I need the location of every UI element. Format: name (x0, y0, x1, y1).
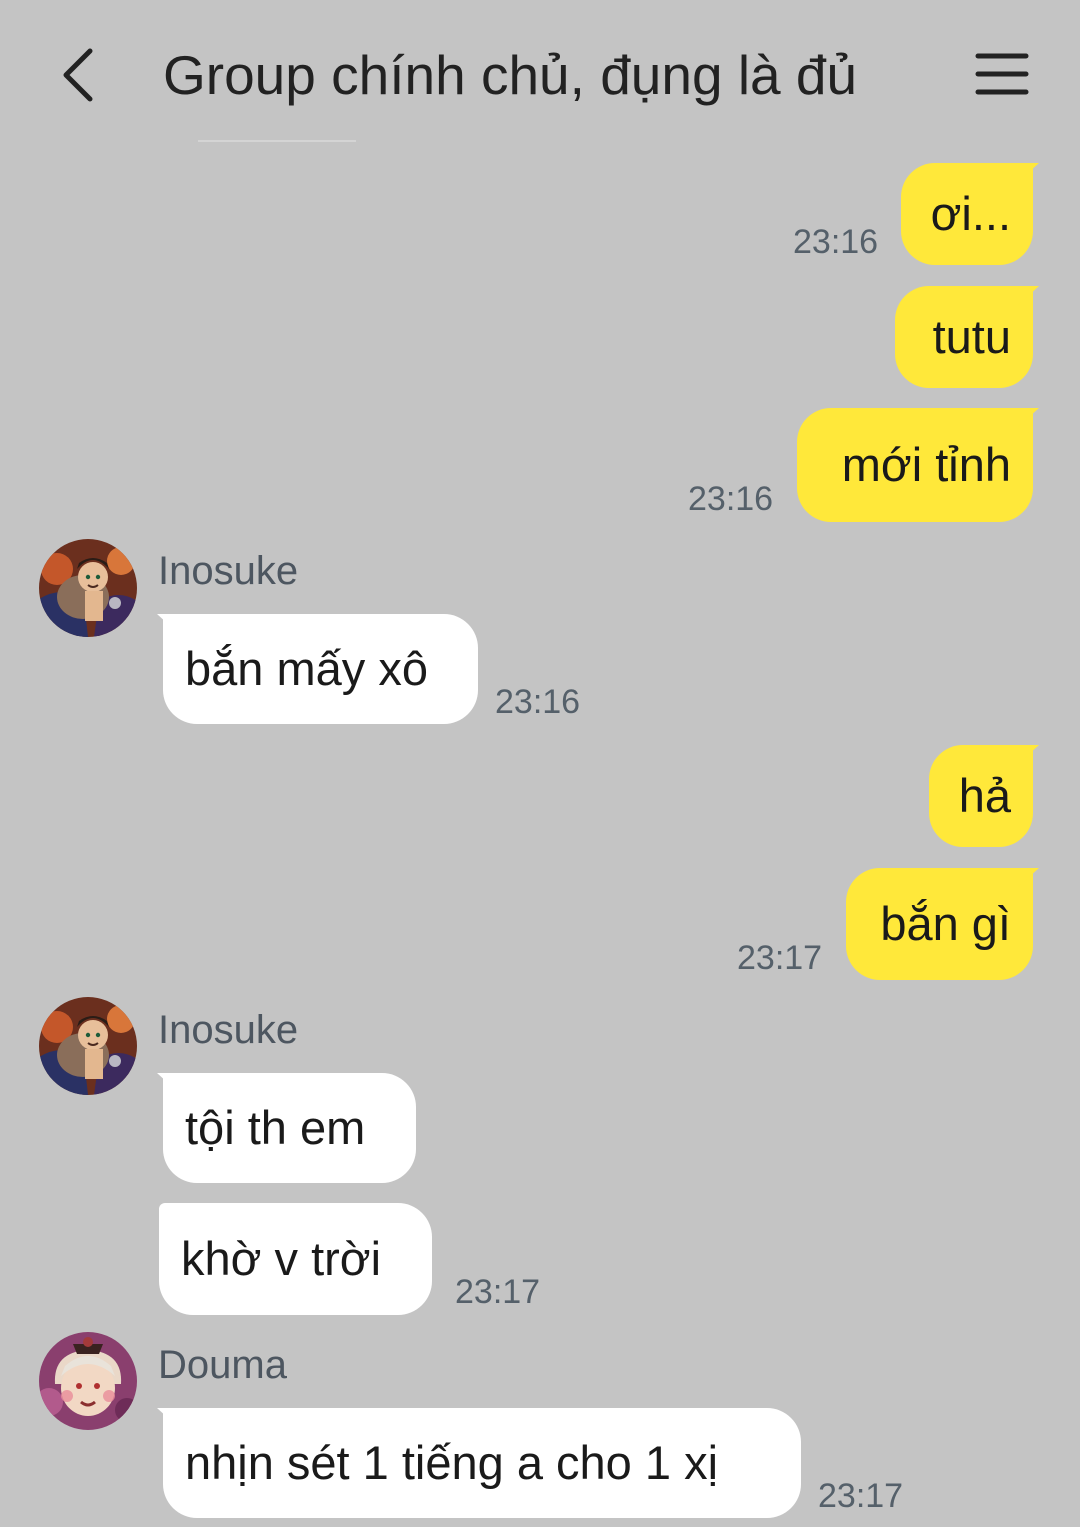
their-message-bubble[interactable]: bắn mấy xô (157, 614, 478, 724)
message-text: bắn mấy xô (185, 642, 428, 695)
message-timestamp: 23:17 (455, 1273, 541, 1311)
message-timestamp: 23:16 (688, 480, 774, 518)
my-message-bubble[interactable]: ơi... (901, 163, 1039, 265)
douma-avatar[interactable] (39, 1332, 137, 1430)
sender-name: Inosuke (158, 1008, 299, 1052)
message-text: mới tỉnh (841, 438, 1011, 491)
message-text: ơi... (930, 187, 1011, 240)
sender-name: Inosuke (158, 549, 299, 593)
chat-header: Group chính chủ, đụng là đủ (0, 0, 1080, 150)
bubble-tail (157, 1408, 179, 1428)
bubble-tail (157, 614, 179, 634)
message-timestamp: 23:16 (793, 223, 879, 261)
bubble-tail (1017, 868, 1039, 888)
message-text: nhịn sét 1 tiếng a cho 1 xị (185, 1436, 719, 1489)
inosuke-avatar[interactable] (39, 539, 137, 637)
my-message-bubble[interactable]: hả (929, 745, 1039, 847)
bubble-tail (1017, 408, 1039, 428)
inosuke-avatar[interactable] (39, 997, 137, 1095)
message-text: tutu (932, 310, 1011, 363)
message-text: tội th em (185, 1101, 366, 1154)
bubble-tail (157, 1073, 179, 1093)
message-text: bắn gì (880, 897, 1011, 950)
sender-name: Douma (158, 1343, 287, 1387)
their-message-bubble[interactable]: nhịn sét 1 tiếng a cho 1 xị (157, 1408, 801, 1518)
bubble-tail (1017, 286, 1039, 306)
my-message-bubble[interactable]: mới tỉnh (797, 408, 1039, 522)
my-message-bubble[interactable]: tutu (895, 286, 1039, 388)
chat-title: Group chính chủ, đụng là đủ (163, 44, 858, 106)
bubble-tail (1017, 163, 1039, 183)
message-timestamp: 23:17 (818, 1477, 904, 1515)
menu-button[interactable] (962, 42, 1042, 106)
message-text: hả (958, 769, 1011, 822)
message-timestamp: 23:17 (737, 939, 823, 977)
bubble-tail (1017, 745, 1039, 765)
my-message-bubble[interactable]: bắn gì (846, 868, 1039, 980)
message-text: khờ v trời (181, 1232, 382, 1285)
header-divider (198, 140, 356, 142)
chevron-left-icon (63, 48, 93, 102)
back-button[interactable] (48, 40, 108, 110)
hamburger-menu-icon (975, 53, 1029, 95)
their-message-bubble[interactable]: khờ v trời (159, 1203, 432, 1315)
message-timestamp: 23:16 (495, 683, 581, 721)
their-message-bubble[interactable]: tội th em (157, 1073, 416, 1183)
